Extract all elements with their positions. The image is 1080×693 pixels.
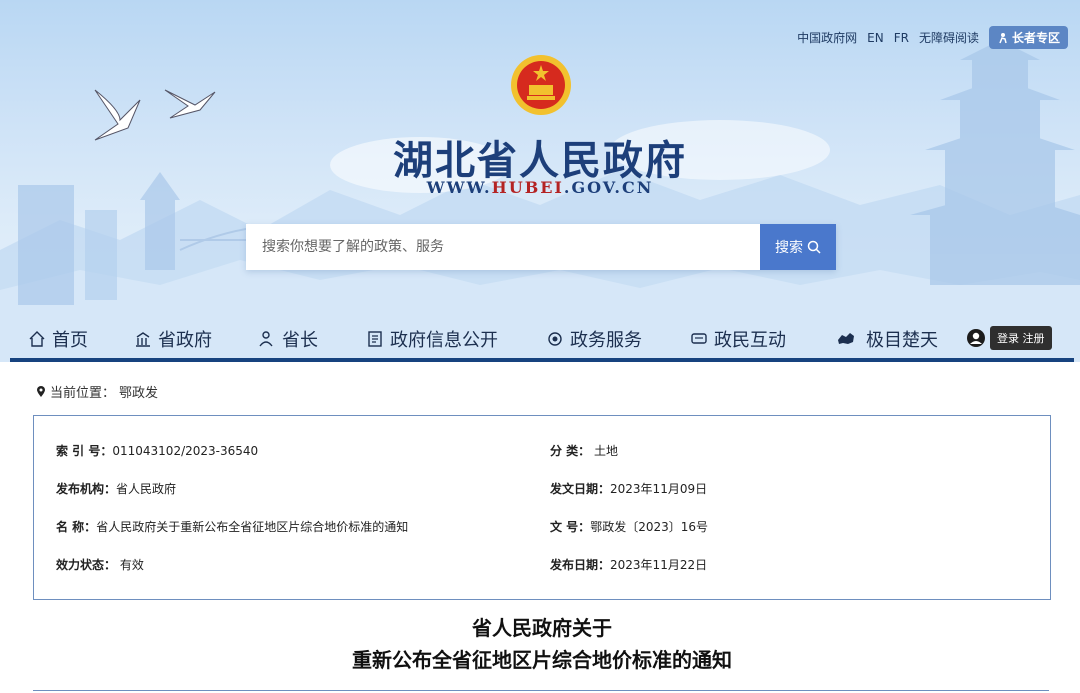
french-link[interactable]: FR — [894, 31, 909, 45]
nav-item-governor[interactable]: 省长 — [258, 326, 318, 352]
elder-zone-label: 长者专区 — [1011, 31, 1060, 45]
breadcrumb: 当前位置： 鄂政发 — [36, 382, 158, 401]
meta-doc-number: 文 号：鄂政发〔2023〕16号 — [550, 520, 708, 534]
nav-label: 政务服务 — [570, 330, 642, 351]
top-links: 中国政府网 EN FR 无障碍阅读 长者专区 — [797, 26, 1068, 49]
nav-label: 极目楚天 — [866, 330, 938, 351]
nav-item-gov-services[interactable]: 政务服务 — [546, 326, 642, 352]
nav-label: 首页 — [52, 330, 88, 351]
document-metadata-panel: 索 引 号：011043102/2023-36540 分 类： 土地 发布机构：… — [33, 415, 1051, 600]
user-area: 登录 注册 — [966, 326, 1052, 350]
breadcrumb-current[interactable]: 鄂政发 — [119, 382, 158, 401]
header-banner: 中国政府网 EN FR 无障碍阅读 长者专区 湖北省人民政府 WWW.HUBEI… — [0, 0, 1080, 362]
document-title-line2: 重新公布全省征地区片综合地价标准的通知 — [352, 648, 732, 672]
meta-publish-date-value: 2023年11月22日 — [610, 558, 708, 572]
gov-site-link[interactable]: 中国政府网 — [797, 29, 857, 46]
nav-label: 省长 — [282, 330, 318, 351]
home-icon — [29, 331, 45, 347]
login-register-button[interactable]: 登录 注册 — [990, 326, 1052, 350]
meta-name: 名 称：省人民政府关于重新公布全省征地区片综合地价标准的通知 — [56, 520, 409, 534]
document-title-line1: 省人民政府关于 — [472, 616, 612, 640]
avatar-icon — [967, 329, 985, 347]
url-mid: HUBEI — [491, 178, 564, 197]
accessibility-link[interactable]: 无障碍阅读 — [919, 29, 979, 46]
main-content: 当前位置： 鄂政发 索 引 号：011043102/2023-36540 分 类… — [10, 362, 1074, 693]
search-icon — [807, 240, 821, 254]
building-icon — [136, 332, 150, 347]
national-emblem-icon — [511, 55, 571, 115]
english-link[interactable]: EN — [867, 31, 884, 45]
search-bar: 搜索 — [246, 224, 836, 270]
nav-item-info-disclosure[interactable]: 政府信息公开 — [366, 326, 498, 352]
meta-publish-date: 发布日期：2023年11月22日 — [550, 558, 708, 572]
person-icon — [259, 331, 273, 347]
meta-category: 分 类： 土地 — [550, 444, 619, 458]
meta-issuer: 发布机构：省人民政府 — [56, 482, 177, 496]
breadcrumb-prefix: 当前位置： — [50, 386, 116, 401]
divider — [33, 690, 1049, 691]
meta-status: 效力状态： 有效 — [56, 558, 144, 572]
nav-item-home[interactable]: 首页 — [28, 326, 88, 352]
service-icon — [548, 332, 562, 346]
url-suffix: .GOV.CN — [563, 178, 654, 197]
location-pin-icon — [37, 385, 45, 397]
meta-category-value: 土地 — [594, 444, 619, 458]
chat-icon — [691, 333, 707, 344]
nav-item-jimu-chutian[interactable]: 极目楚天 — [832, 326, 938, 352]
search-input[interactable] — [246, 224, 760, 270]
meta-index-value: 011043102/2023-36540 — [112, 444, 259, 458]
nav-item-interaction[interactable]: 政民互动 — [690, 326, 786, 352]
nav-item-provincial-gov[interactable]: 省政府 — [134, 326, 212, 352]
nav-label: 省政府 — [158, 330, 212, 351]
search-button-label: 搜索 — [775, 240, 803, 256]
meta-doc-number-value: 鄂政发〔2023〕16号 — [590, 520, 708, 534]
meta-issue-date: 发文日期：2023年11月09日 — [550, 482, 708, 496]
meta-name-value: 省人民政府关于重新公布全省征地区片综合地价标准的通知 — [96, 520, 409, 534]
nav-label: 政府信息公开 — [390, 330, 498, 351]
elder-icon — [999, 32, 1007, 43]
url-prefix: WWW. — [426, 178, 492, 197]
meta-issuer-value: 省人民政府 — [116, 482, 177, 496]
nav-label: 政民互动 — [714, 330, 786, 351]
map-icon — [838, 333, 854, 344]
main-nav: 首页 省政府 省长 政府信息公开 政务服务 政民互动 极目楚天 登录 注册 — [10, 318, 1074, 358]
search-button[interactable]: 搜索 — [760, 224, 836, 270]
meta-index: 索 引 号：011043102/2023-36540 — [56, 444, 259, 458]
elder-zone-button[interactable]: 长者专区 — [988, 26, 1068, 49]
document-icon — [368, 331, 382, 347]
meta-issue-date-value: 2023年11月09日 — [610, 482, 708, 496]
site-url: WWW.HUBEI.GOV.CN — [0, 178, 1080, 197]
meta-status-value: 有效 — [119, 558, 144, 572]
